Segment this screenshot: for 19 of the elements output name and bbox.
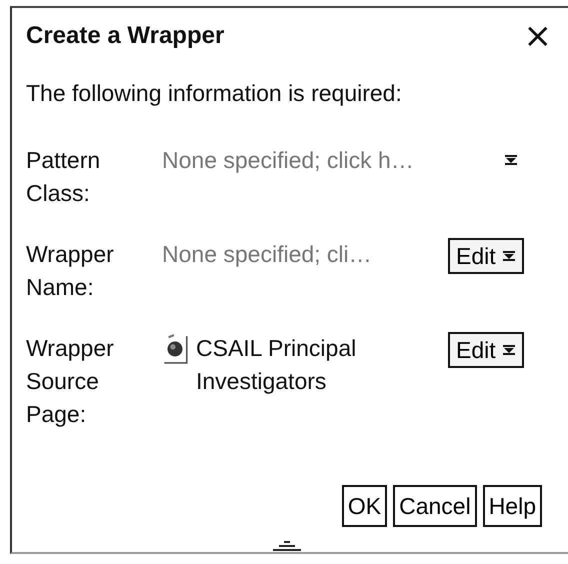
page-icon <box>162 334 188 364</box>
field-label: Pattern Class: <box>26 146 102 208</box>
field-label: Wrapper Source Page: <box>26 334 115 429</box>
edit-button[interactable]: Edit <box>448 332 524 368</box>
page-link[interactable]: CSAIL Principal Investigators <box>196 332 438 398</box>
window-title: Create a Wrapper <box>26 22 224 50</box>
dialog-button[interactable]: OK <box>342 485 388 527</box>
field-hint: None specified; cli… <box>162 240 372 269</box>
close-button[interactable]: × <box>524 19 552 53</box>
resize-grip-icon[interactable] <box>273 539 301 551</box>
dialog-button[interactable]: Help <box>482 485 542 527</box>
field-label: Wrapper Name: <box>26 240 115 302</box>
edit-button[interactable]: Edit <box>448 238 524 274</box>
dialog-button[interactable]: Cancel <box>393 485 477 527</box>
field-hint: None specified; click h… <box>162 146 414 175</box>
instruction-text: The following information is required: <box>26 79 403 108</box>
dropdown-arrow-icon <box>502 251 516 261</box>
dropdown-arrow-icon <box>502 345 516 355</box>
dropdown-arrow-icon <box>504 155 518 165</box>
